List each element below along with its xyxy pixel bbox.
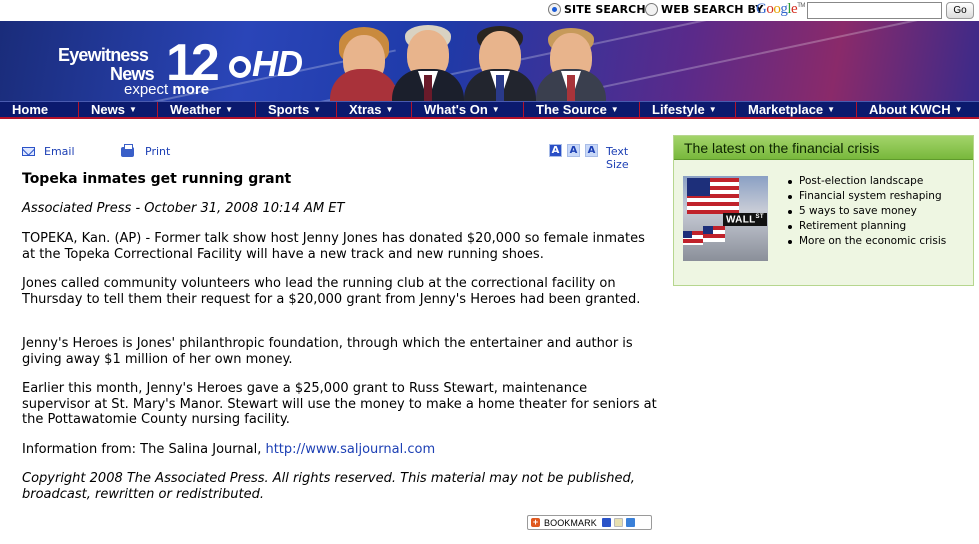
chevron-down-icon: ▼ xyxy=(491,105,500,114)
logo-hd-text: HD xyxy=(252,43,303,84)
chevron-down-icon: ▼ xyxy=(610,105,619,114)
nav-item-xtras[interactable]: Xtras ▼ xyxy=(337,102,412,118)
article-headline: Topeka inmates get running grant xyxy=(22,171,292,187)
site-banner: Eyewitness News expect more 12 HD xyxy=(0,21,979,101)
sidebar-link[interactable]: Retirement planning xyxy=(784,219,946,234)
search-bar: SITE SEARCH WEB SEARCH BY GoogleTM Go xyxy=(0,0,979,21)
sidebar-link[interactable]: 5 ways to save money xyxy=(784,204,946,219)
chevron-down-icon: ▼ xyxy=(313,105,322,114)
article-paragraph: Earlier this month, Jenny's Heroes gave … xyxy=(22,381,657,427)
text-size-medium-button[interactable]: A xyxy=(567,144,580,157)
sidebar-link[interactable]: Financial system reshaping xyxy=(784,189,946,204)
sidebar-link[interactable]: More on the economic crisis xyxy=(784,234,946,249)
chevron-down-icon: ▼ xyxy=(827,105,836,114)
reddit-icon xyxy=(625,518,635,527)
article-source-line: Information from: The Salina Journal, ht… xyxy=(22,442,436,457)
chevron-down-icon: ▼ xyxy=(954,105,963,114)
delicious-icon xyxy=(601,518,611,527)
anchor-photo-4 xyxy=(536,21,606,101)
article-byline: Associated Press - October 31, 2008 10:1… xyxy=(22,201,345,216)
article-toolbar: Email Print A A A Text Size xyxy=(22,143,654,171)
chevron-down-icon: ▼ xyxy=(385,105,394,114)
google-logo: GoogleTM xyxy=(756,1,805,17)
site-search-label[interactable]: SITE SEARCH xyxy=(564,3,646,16)
go-button[interactable]: Go xyxy=(946,2,974,19)
web-search-label[interactable]: WEB SEARCH BY xyxy=(661,3,763,16)
printer-icon xyxy=(121,143,134,157)
search-input[interactable] xyxy=(807,2,942,19)
article-copyright: Copyright 2008 The Associated Press. All… xyxy=(22,471,635,502)
main-nav: Home News ▼ Weather ▼ Sports ▼ Xtras ▼ What'… xyxy=(0,101,979,119)
nav-item-news[interactable]: News ▼ xyxy=(79,102,158,118)
text-size-small-button[interactable]: A xyxy=(549,144,562,157)
chevron-down-icon: ▼ xyxy=(708,105,717,114)
bookmark-button[interactable]: + BOOKMARK xyxy=(527,515,652,530)
wall-street-photo[interactable]: WALLST xyxy=(683,176,768,261)
print-link[interactable]: Print xyxy=(121,143,170,158)
text-size-large-button[interactable]: A xyxy=(585,144,598,157)
cbs-eye-icon xyxy=(229,56,251,78)
nav-item-home[interactable]: Home xyxy=(0,102,79,118)
anchor-photo-1 xyxy=(330,21,398,101)
nav-item-lifestyle[interactable]: Lifestyle ▼ xyxy=(640,102,736,118)
anchor-photo-3 xyxy=(464,21,536,101)
nav-item-the-source[interactable]: The Source ▼ xyxy=(524,102,640,118)
article-paragraph: Jones called community volunteers who le… xyxy=(22,276,641,307)
nav-item-whats-on[interactable]: What's On ▼ xyxy=(412,102,524,118)
text-size-label: Text Size xyxy=(606,145,629,171)
nav-item-marketplace[interactable]: Marketplace ▼ xyxy=(736,102,857,118)
site-search-radio[interactable] xyxy=(548,3,561,16)
article-paragraph: Jenny's Heroes is Jones' philanthropic f… xyxy=(22,336,633,367)
sidebar-title: The latest on the financial crisis xyxy=(674,136,973,160)
nav-item-sports[interactable]: Sports ▼ xyxy=(256,102,337,118)
digg-icon xyxy=(613,518,623,527)
nav-item-about-kwch[interactable]: About KWCH ▼ xyxy=(857,102,979,118)
web-search-radio[interactable] xyxy=(645,3,658,16)
chevron-down-icon: ▼ xyxy=(128,105,137,114)
sidebar-link[interactable]: Post-election landscape xyxy=(784,174,946,189)
financial-crisis-box: The latest on the financial crisis WALLS… xyxy=(673,135,974,286)
email-link[interactable]: Email xyxy=(22,145,75,158)
sidebar-link-list: Post-election landscape Financial system… xyxy=(784,174,946,249)
source-link[interactable]: http://www.saljournal.com xyxy=(265,442,435,457)
nav-item-weather[interactable]: Weather ▼ xyxy=(158,102,256,118)
article-paragraph: TOPEKA, Kan. (AP) - Former talk show hos… xyxy=(22,231,645,262)
logo-channel-number: 12 xyxy=(166,34,220,92)
chevron-down-icon: ▼ xyxy=(225,105,233,114)
envelope-icon xyxy=(22,147,35,156)
plus-icon: + xyxy=(531,517,540,527)
wall-street-sign: WALLST xyxy=(723,213,767,227)
anchor-photo-2 xyxy=(392,21,464,101)
logo-eyewitness-text: Eyewitness xyxy=(58,45,149,65)
